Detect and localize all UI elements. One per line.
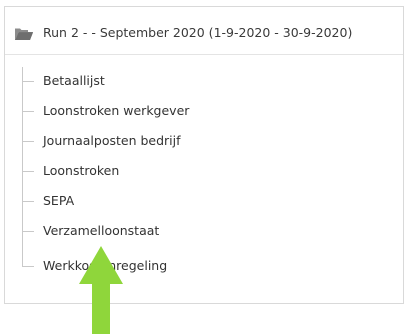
tree-item-label: Verzamelloonstaat xyxy=(43,223,160,238)
tree-branch-line xyxy=(22,231,34,232)
tree-item-journaalposten-bedrijf[interactable]: Journaalposten bedrijf xyxy=(22,129,322,153)
tree-branch-line xyxy=(22,201,34,202)
tree-item-label: Loonstroken xyxy=(43,163,120,178)
tree-item-loonstroken[interactable]: Loonstroken xyxy=(22,159,322,183)
tree-item-label: Journaalposten bedrijf xyxy=(43,133,181,148)
open-folder-icon xyxy=(15,28,33,40)
report-tree: Betaallijst Loonstroken werkgever Journa… xyxy=(5,55,403,275)
tree-item-verzamelloonstaat[interactable]: Verzamelloonstaat xyxy=(22,219,322,243)
tree-branch-line xyxy=(22,266,34,267)
run-panel: Run 2 - - September 2020 (1-9-2020 - 30-… xyxy=(4,6,404,304)
green-up-arrow-icon xyxy=(79,246,123,334)
run-header[interactable]: Run 2 - - September 2020 (1-9-2020 - 30-… xyxy=(5,7,403,55)
tree-item-sepa[interactable]: SEPA xyxy=(22,189,322,213)
run-title: Run 2 - - September 2020 (1-9-2020 - 30-… xyxy=(43,25,353,40)
tree-item-label: Loonstroken werkgever xyxy=(43,103,190,118)
tree-item-label: Betaallijst xyxy=(43,73,105,88)
tree-branch-line xyxy=(22,141,34,142)
tree-item-betaallijst[interactable]: Betaallijst xyxy=(22,69,322,93)
tree-item-werkkostenregeling[interactable]: Werkkostenregeling xyxy=(22,254,322,278)
tree-item-label: SEPA xyxy=(43,193,75,208)
tree-branch-line xyxy=(22,81,34,82)
tree-branch-line xyxy=(22,111,34,112)
tree-branch-line xyxy=(22,171,34,172)
tree-item-loonstroken-werkgever[interactable]: Loonstroken werkgever xyxy=(22,99,322,123)
